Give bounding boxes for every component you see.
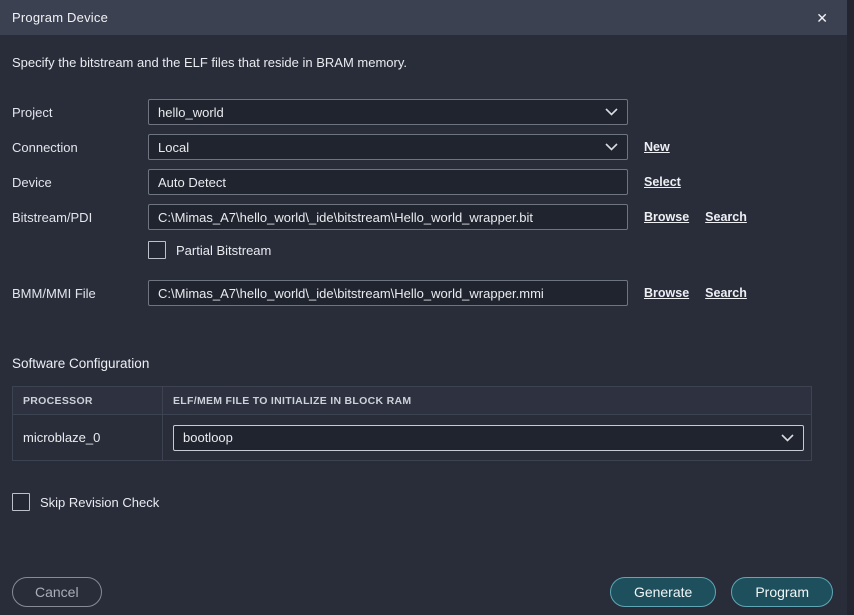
bmm-mmi-label: BMM/MMI File [12, 285, 96, 301]
new-connection-link[interactable]: New [644, 140, 670, 154]
software-configuration-table: PROCESSOR ELF/MEM FILE TO INITIALIZE IN … [12, 386, 812, 461]
partial-bitstream-label: Partial Bitstream [176, 242, 272, 258]
elf-file-cell: bootloop [162, 414, 812, 461]
generate-button[interactable]: Generate [609, 577, 717, 607]
connection-row: Connection Local New [12, 134, 842, 160]
partial-bitstream-checkbox[interactable] [148, 241, 166, 259]
device-label: Device [12, 174, 52, 190]
program-button[interactable]: Program [731, 577, 833, 607]
chevron-down-icon [781, 433, 794, 442]
software-configuration-heading: Software Configuration [12, 356, 150, 371]
program-form: Project hello_world Connection Local New… [12, 99, 842, 306]
elf-file-select[interactable]: bootloop [173, 424, 804, 451]
processor-cell: microblaze_0 [12, 414, 163, 461]
bitstream-row: Bitstream/PDI C:\Mimas_A7\hello_world\_i… [12, 204, 842, 230]
close-icon[interactable]: ✕ [816, 11, 828, 25]
project-row: Project hello_world [12, 99, 842, 125]
skip-revision-checkbox[interactable] [12, 493, 30, 511]
connection-value: Local [158, 139, 190, 155]
project-select[interactable]: hello_world [148, 99, 628, 125]
bitstream-label: Bitstream/PDI [12, 209, 93, 225]
elf-file-value: bootloop [183, 430, 233, 445]
elf-file-column-header: ELF/MEM FILE TO INITIALIZE IN BLOCK RAM [162, 386, 812, 415]
connection-label: Connection [12, 139, 78, 155]
dialog-footer: Cancel Generate Program [12, 577, 833, 607]
project-value: hello_world [158, 104, 224, 120]
bmm-search-link[interactable]: Search [705, 286, 747, 300]
device-value: Auto Detect [158, 174, 226, 190]
bmm-browse-link[interactable]: Browse [644, 286, 689, 300]
dialog-title: Program Device [12, 10, 108, 25]
chevron-down-icon [605, 108, 618, 116]
device-row: Device Auto Detect Select [12, 169, 842, 195]
skip-revision-label: Skip Revision Check [40, 494, 160, 510]
device-input[interactable]: Auto Detect [148, 169, 628, 195]
bitstream-input[interactable]: C:\Mimas_A7\hello_world\_ide\bitstream\H… [148, 204, 628, 230]
cancel-button[interactable]: Cancel [12, 577, 102, 607]
footer-actions: Generate Program [609, 577, 833, 607]
bmm-mmi-row: BMM/MMI File C:\Mimas_A7\hello_world\_id… [12, 280, 842, 306]
connection-select[interactable]: Local [148, 134, 628, 160]
skip-revision-row: Skip Revision Check [12, 493, 842, 511]
select-device-link[interactable]: Select [644, 175, 681, 189]
dialog-description: Specify the bitstream and the ELF files … [12, 55, 407, 70]
table-header-row: PROCESSOR ELF/MEM FILE TO INITIALIZE IN … [12, 386, 812, 415]
chevron-down-icon [605, 143, 618, 151]
bmm-mmi-value: C:\Mimas_A7\hello_world\_ide\bitstream\H… [158, 285, 544, 301]
bmm-mmi-input[interactable]: C:\Mimas_A7\hello_world\_ide\bitstream\H… [148, 280, 628, 306]
table-row: microblaze_0 bootloop [12, 414, 812, 461]
bitstream-value: C:\Mimas_A7\hello_world\_ide\bitstream\H… [158, 209, 534, 225]
project-label: Project [12, 104, 53, 120]
dialog-titlebar: Program Device ✕ [0, 0, 854, 35]
bitstream-search-link[interactable]: Search [705, 210, 747, 224]
processor-column-header: PROCESSOR [12, 386, 163, 415]
window-edge [847, 0, 854, 615]
partial-bitstream-row: Partial Bitstream [148, 241, 842, 259]
bitstream-browse-link[interactable]: Browse [644, 210, 689, 224]
dialog-body: Specify the bitstream and the ELF files … [0, 55, 854, 511]
